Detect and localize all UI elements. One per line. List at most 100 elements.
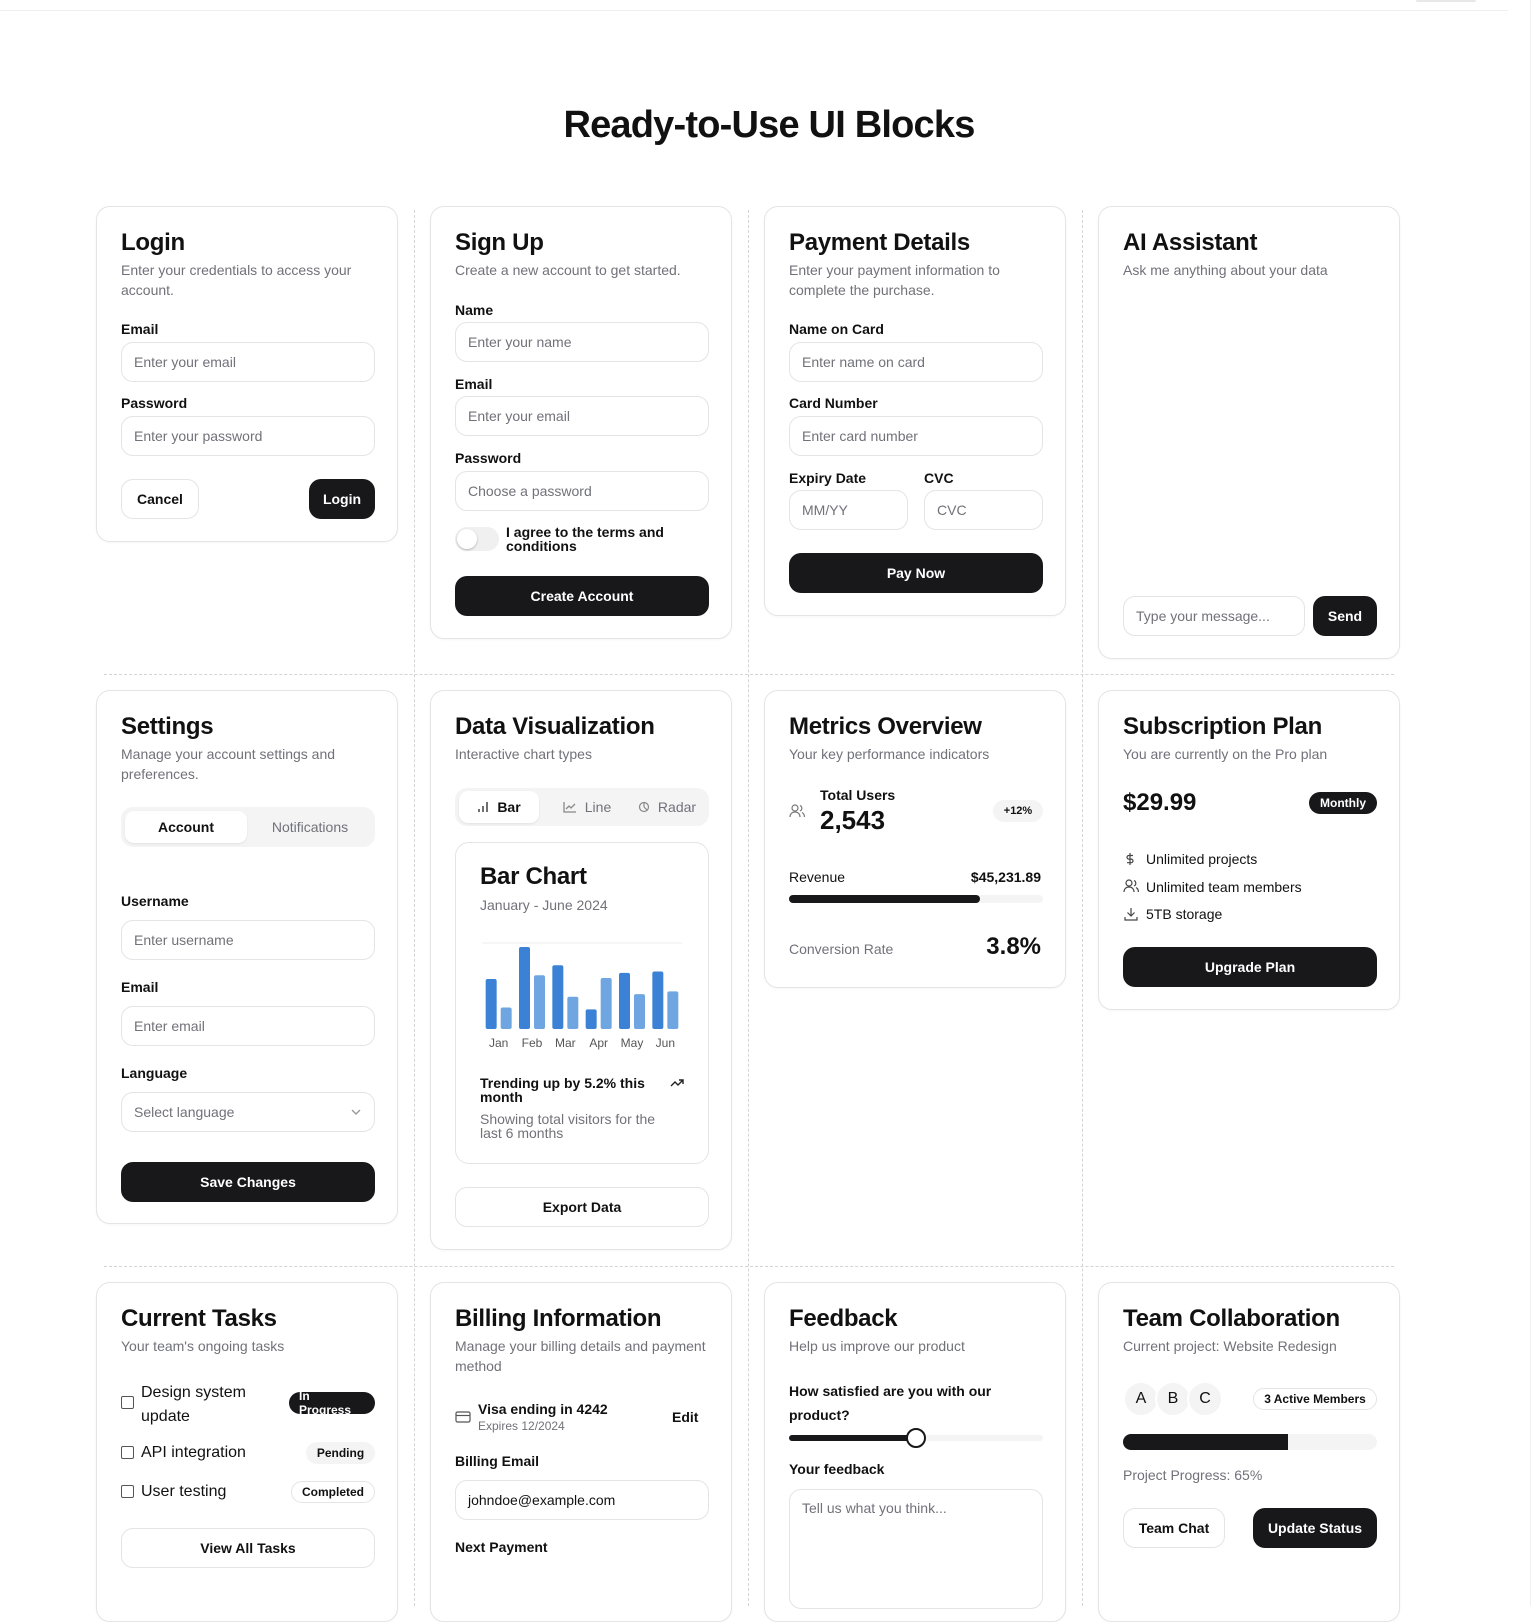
chart-bar[interactable] xyxy=(534,975,545,1029)
subscription-subtitle: You are currently on the Pro plan xyxy=(1123,746,1328,762)
task-name: API integration xyxy=(141,1444,246,1461)
total-users-label: Total Users xyxy=(820,787,896,803)
settings-email-input[interactable]: Enter email xyxy=(121,1006,375,1046)
ai-assistant-card: AI Assistant Ask me anything about your … xyxy=(1098,206,1400,659)
bar-chart-panel: Bar Chart January - June 2024 Jan Feb Mar A… xyxy=(455,842,709,1164)
satisfaction-slider[interactable] xyxy=(789,1428,1043,1448)
subscription-title: Subscription Plan xyxy=(1123,713,1322,740)
chart-footer-text: Showing total visitors for the last 6 mo… xyxy=(480,1111,656,1141)
export-data-button[interactable]: Export Data xyxy=(455,1187,709,1227)
avatar: C xyxy=(1187,1381,1223,1417)
task-name: User testing xyxy=(141,1483,227,1500)
dollar-icon xyxy=(1126,853,1134,865)
expiry-label: Expiry Date xyxy=(789,470,867,486)
top-scroll-indicator xyxy=(1416,0,1476,2)
x-tick-label: Jan xyxy=(489,1036,508,1050)
card-expiry: Expires 12/2024 xyxy=(478,1419,565,1433)
billing-card: Billing Information Manage your billing … xyxy=(430,1282,732,1622)
login-password-input[interactable]: Enter your password xyxy=(121,416,375,456)
name-on-card-label: Name on Card xyxy=(789,321,884,337)
language-select[interactable]: Select language xyxy=(121,1092,375,1132)
revenue-value: $45,231.89 xyxy=(970,869,1041,885)
chart-bar[interactable] xyxy=(567,996,579,1029)
billing-email-input[interactable]: johndoe@example.com xyxy=(455,1480,709,1520)
email-label: Email xyxy=(121,321,159,337)
login-email-input[interactable]: Enter your email xyxy=(121,342,375,382)
right-edge-divider xyxy=(1530,0,1531,1606)
chart-bar[interactable] xyxy=(500,1007,512,1030)
line-chart-icon xyxy=(563,802,576,813)
x-tick-label: Jun xyxy=(656,1036,675,1050)
card-number-input[interactable]: Enter card number xyxy=(789,416,1043,456)
language-label: Language xyxy=(121,1065,188,1081)
revenue-progress-fill xyxy=(789,895,980,903)
team-chat-button[interactable]: Team Chat xyxy=(1123,1508,1225,1548)
chart-bar[interactable] xyxy=(600,977,612,1029)
project-progress-label: Project Progress: 65% xyxy=(1123,1467,1263,1483)
bar-chart-icon xyxy=(478,802,489,812)
slider-fill xyxy=(789,1435,916,1441)
chart-bar[interactable] xyxy=(634,994,645,1029)
signup-card: Sign Up Create a new account to get star… xyxy=(430,206,732,639)
row-divider xyxy=(104,1266,1394,1267)
send-button[interactable]: Send xyxy=(1313,596,1377,636)
tab-line-label: Line xyxy=(584,799,612,815)
tab-bar[interactable]: Bar xyxy=(459,791,539,823)
task-checkbox[interactable] xyxy=(121,1446,134,1459)
tab-bar-label: Bar xyxy=(497,799,521,815)
project-progress-bar xyxy=(1123,1434,1377,1450)
ai-title: AI Assistant xyxy=(1123,229,1258,256)
edit-payment-button[interactable]: Edit xyxy=(672,1409,698,1425)
bar-chart: Jan Feb Mar Apr May Jun xyxy=(482,942,682,1050)
tasks-subtitle: Your team's ongoing tasks xyxy=(121,1338,285,1354)
view-all-tasks-button[interactable]: View All Tasks xyxy=(121,1528,375,1568)
chart-bar[interactable] xyxy=(552,965,564,1029)
create-account-button[interactable]: Create Account xyxy=(455,576,709,616)
signup-name-input[interactable]: Enter your name xyxy=(455,322,709,362)
chart-bar[interactable] xyxy=(519,947,530,1029)
login-subtitle: Enter your credentials to access your ac… xyxy=(121,262,352,298)
tab-radar-label: Radar xyxy=(657,799,697,815)
billing-title: Billing Information xyxy=(455,1305,662,1332)
signup-password-input[interactable]: Choose a password xyxy=(455,471,709,511)
expiry-input[interactable]: MM/YY xyxy=(789,490,908,530)
update-status-button[interactable]: Update Status xyxy=(1253,1508,1377,1548)
chart-bar[interactable] xyxy=(667,991,679,1029)
terms-toggle[interactable] xyxy=(455,527,499,551)
task-status-badge: Pending xyxy=(306,1442,375,1464)
signup-title: Sign Up xyxy=(455,229,544,256)
conversion-value: 3.8% xyxy=(986,933,1041,960)
email-label: Email xyxy=(121,979,159,995)
chart-bar[interactable] xyxy=(619,972,630,1029)
team-subtitle: Current project: Website Redesign xyxy=(1123,1338,1337,1354)
tab-notifications[interactable]: Notifications xyxy=(249,811,371,843)
cvc-input[interactable]: CVC xyxy=(924,490,1043,530)
pay-now-button[interactable]: Pay Now xyxy=(789,553,1043,593)
subscription-card: Subscription Plan You are currently on t… xyxy=(1098,690,1400,1010)
username-input[interactable]: Enter username xyxy=(121,920,375,960)
cvc-label: CVC xyxy=(924,470,954,486)
slider-thumb[interactable] xyxy=(906,1428,926,1448)
upgrade-plan-button[interactable]: Upgrade Plan xyxy=(1123,947,1377,987)
payment-card: Payment Details Enter your payment infor… xyxy=(764,206,1066,616)
card-name-input[interactable]: Enter name on card xyxy=(789,342,1043,382)
cancel-button[interactable]: Cancel xyxy=(121,479,199,519)
users-icon xyxy=(1123,879,1139,893)
chart-bar[interactable] xyxy=(652,971,664,1029)
save-changes-button[interactable]: Save Changes xyxy=(121,1162,375,1202)
login-button[interactable]: Login xyxy=(309,479,375,519)
task-checkbox[interactable] xyxy=(121,1396,134,1409)
chart-bar[interactable] xyxy=(485,979,497,1029)
tab-account[interactable]: Account xyxy=(125,811,247,843)
login-title: Login xyxy=(121,229,185,256)
task-checkbox[interactable] xyxy=(121,1485,134,1498)
message-input[interactable]: Type your message... xyxy=(1123,596,1305,636)
team-title: Team Collaboration xyxy=(1123,1305,1340,1332)
signup-email-input[interactable]: Enter your email xyxy=(455,396,709,436)
page-title: Ready-to-Use UI Blocks xyxy=(563,104,975,146)
feedback-textarea[interactable]: Tell us what you think... xyxy=(789,1489,1043,1609)
tab-line[interactable]: Line xyxy=(547,791,627,823)
plan-price: $29.99 xyxy=(1123,789,1197,816)
chart-bar[interactable] xyxy=(585,1009,597,1029)
tab-radar[interactable]: Radar xyxy=(627,791,707,823)
